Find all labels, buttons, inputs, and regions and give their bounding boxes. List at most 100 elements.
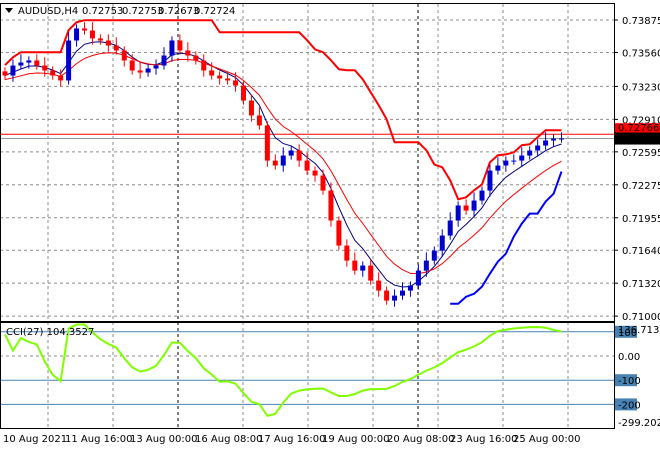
bear-candle [193, 55, 199, 61]
time-label: 13 Aug 00:00 [130, 434, 197, 445]
price-tick: 0.71000 [622, 312, 660, 323]
bull-candle [74, 28, 80, 41]
bear-candle [256, 115, 262, 126]
bull-candle [26, 60, 32, 63]
bear-candle [121, 50, 127, 61]
bull-candle [551, 138, 557, 141]
price-tick: 0.71955 [622, 214, 660, 225]
bear-candle [137, 70, 143, 73]
bear-candle [248, 100, 254, 116]
bear-candle [344, 245, 350, 261]
lower-channel-line [450, 171, 563, 305]
cci-tick: -100 [618, 376, 641, 387]
bull-candle [66, 40, 72, 81]
chart-svg[interactable]: 1000.00-100-200 0.738750.735600.732300.7… [0, 0, 660, 450]
bull-candle [407, 285, 413, 291]
bull-candle [400, 290, 405, 296]
bull-candle [415, 270, 421, 286]
cci-max-label: 136.713 [618, 325, 659, 336]
cci-label: CCI(27) 104.3527 [6, 327, 94, 338]
price-tick: 0.73230 [622, 82, 660, 93]
symbol-label: AUDUSD,H4 [18, 6, 78, 17]
price-tick: 0.73875 [622, 16, 660, 27]
bear-candle [129, 60, 135, 71]
bull-candle [559, 138, 564, 140]
cci-tick: -200 [618, 400, 641, 411]
cci-panel: 1000.00-100-200 [0, 323, 641, 418]
bull-candle [447, 220, 453, 236]
open-value: 0.72753 [82, 6, 123, 17]
bear-candle [296, 150, 302, 161]
bull-candle [10, 65, 16, 76]
bull-candle [153, 65, 159, 69]
bull-candle [145, 68, 151, 73]
price-tick: 0.71320 [622, 279, 660, 290]
bull-candle [519, 155, 525, 161]
bull-candle [288, 150, 294, 156]
bear-candle [42, 65, 48, 71]
bear-candle [368, 265, 374, 281]
grid [0, 4, 614, 428]
bear-candle [82, 28, 87, 31]
bear-candle [225, 78, 231, 81]
bear-candle [384, 290, 390, 301]
bear-candle [209, 70, 215, 76]
bull-candle [543, 140, 549, 146]
bear-candle [34, 60, 40, 66]
price-tick: 0.72275 [622, 181, 660, 192]
bear-candle [312, 170, 318, 176]
bull-candle [479, 190, 485, 201]
bear-candle [304, 160, 310, 171]
cci-min-label: -299.2023 [618, 418, 660, 429]
dropdown-triangle-icon[interactable] [5, 8, 13, 13]
price-tick: 0.73560 [622, 48, 660, 59]
bid-label: 0.72724 [618, 135, 659, 146]
bull-candle [471, 200, 477, 211]
bull-candle [392, 295, 398, 301]
bull-candle [495, 165, 501, 171]
time-label: 10 Aug 2021 [3, 434, 67, 445]
price-tick: 0.72595 [622, 148, 660, 159]
upper-channel-line [4, 19, 562, 201]
bear-candle [352, 260, 358, 271]
bear-candle [336, 220, 342, 246]
time-label: 16 Aug 08:00 [195, 434, 262, 445]
bear-candle [2, 71, 8, 76]
bear-candle [105, 40, 111, 46]
cci-tick: 0.00 [618, 352, 640, 363]
bear-candle [376, 280, 382, 291]
bull-candle [169, 40, 175, 56]
bear-candle [272, 160, 278, 166]
bear-candle [217, 75, 223, 79]
bear-candle [320, 175, 326, 191]
chart-header: AUDUSD,H4 0.72753 0.72753 0.72673 0.7272… [5, 6, 235, 17]
bull-candle [431, 250, 437, 261]
bear-candle [97, 38, 103, 41]
axes: 0.738750.735600.732300.729100.725950.722… [0, 3, 660, 445]
bear-candle [185, 50, 191, 56]
bear-candle [233, 80, 239, 86]
candles [2, 22, 564, 307]
bull-candle [280, 155, 286, 166]
bear-candle [201, 60, 207, 71]
bear-candle [177, 40, 183, 51]
time-label: 25 Aug 00:00 [513, 434, 580, 445]
bear-candle [58, 75, 64, 81]
chart-window[interactable]: 100 0.00 -100 -200 0.73875 0.73560 0.73230 0.7… [0, 0, 660, 450]
bear-candle [241, 85, 246, 101]
time-label: 19 Aug 00:00 [322, 434, 389, 445]
bull-candle [18, 62, 24, 66]
bull-candle [511, 160, 517, 162]
time-label: 20 Aug 08:00 [387, 434, 454, 445]
bear-candle [89, 30, 95, 39]
bull-candle [439, 235, 445, 251]
bear-candle [328, 190, 334, 221]
bull-candle [487, 170, 493, 191]
bull-candle [455, 205, 461, 221]
bull-candle [423, 260, 429, 271]
time-label: 17 Aug 16:00 [258, 434, 325, 445]
bull-candle [161, 55, 167, 66]
bull-candle [360, 265, 366, 271]
bull-candle [527, 150, 533, 156]
bear-candle [50, 70, 56, 76]
